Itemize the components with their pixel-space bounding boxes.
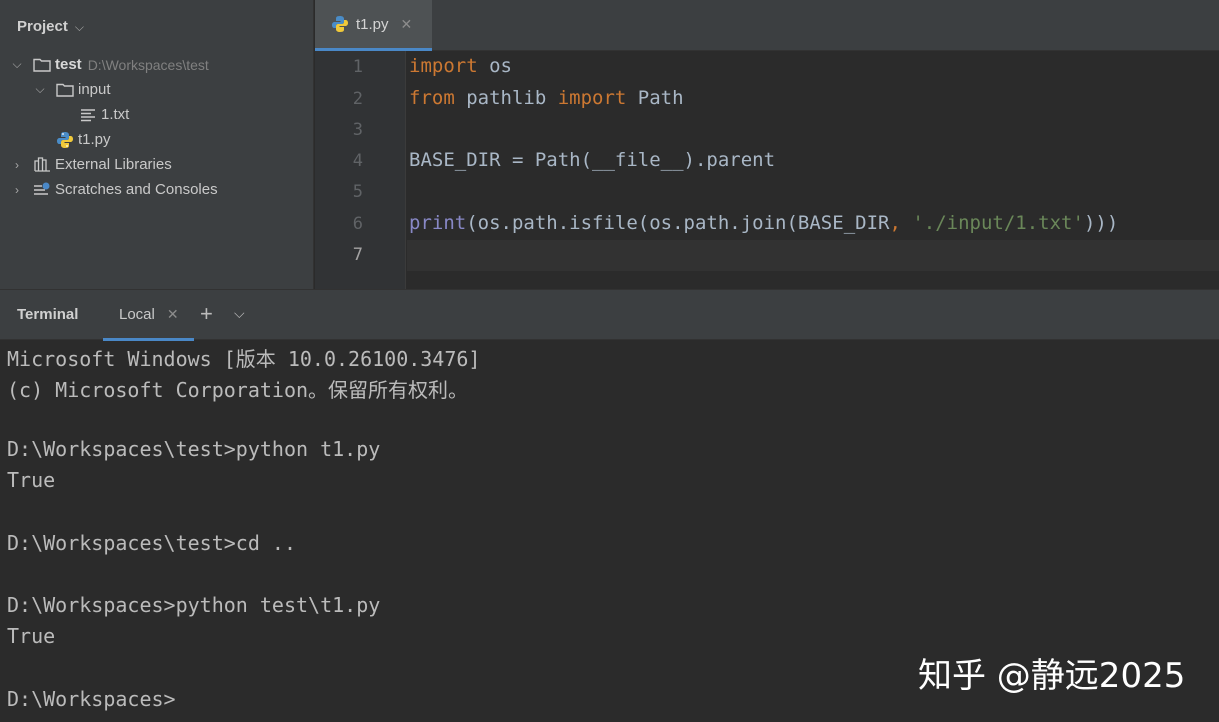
code-text: os	[477, 55, 512, 77]
tab-terminal-local[interactable]: Local ✕	[103, 290, 194, 341]
line-number: 1	[352, 57, 363, 77]
keyword: from	[409, 87, 455, 109]
tree-item-root-path: D:\Workspaces\test	[87, 56, 209, 73]
terminal-output-line: True	[7, 624, 56, 648]
close-icon[interactable]: ✕	[167, 306, 179, 323]
chevron-down-icon: ⌵	[74, 19, 84, 34]
code-text: Path	[626, 87, 684, 109]
add-icon[interactable]: +	[200, 302, 213, 326]
project-view-selector[interactable]: Project ⌵	[0, 0, 314, 52]
keyword: import	[409, 55, 478, 77]
code-text: BASE_DIR = Path(__file__).parent	[409, 149, 776, 171]
line-number: 6	[352, 214, 363, 234]
chevron-down-icon[interactable]: ⌵	[234, 305, 245, 322]
tree-item-external-libraries[interactable]: › External Libraries	[10, 152, 172, 177]
tab-terminal-local-label: Local	[119, 305, 155, 323]
chevron-right-icon[interactable]: ›	[10, 158, 24, 172]
tree-item-1-txt[interactable]: 1.txt	[78, 102, 129, 127]
tree-item-external-libraries-label: External Libraries	[55, 156, 172, 173]
scratches-icon	[32, 181, 52, 199]
terminal-header: Terminal Local ✕ + ⌵	[0, 289, 1219, 341]
project-panel: Project ⌵ ⌵ test D:\Workspaces\test ⌵ in…	[0, 0, 314, 289]
tree-item-t1-py[interactable]: t1.py	[55, 127, 111, 152]
terminal-output-line: D:\Workspaces>python test\t1.py	[7, 593, 381, 617]
folder-icon	[55, 81, 75, 99]
terminal-output-line: D:\Workspaces\test>python t1.py	[7, 437, 381, 461]
line-number: 5	[352, 182, 363, 202]
tree-item-1-txt-label: 1.txt	[101, 106, 130, 123]
terminal-output-line: Microsoft Windows [版本 10.0.26100.3476]	[7, 347, 481, 371]
code-text: pathlib	[454, 87, 558, 109]
line-number: 2	[352, 89, 363, 109]
current-line-highlight	[407, 240, 1219, 271]
code-text: )))	[1083, 212, 1119, 234]
line-number-current: 7	[352, 245, 363, 265]
terminal-output-line: D:\Workspaces\test>cd ..	[7, 531, 296, 555]
tree-item-root-label: test	[55, 56, 82, 73]
tree-item-input-folder[interactable]: ⌵ input	[33, 77, 111, 102]
code-line-2[interactable]: from pathlib import Path	[409, 87, 684, 109]
editor-tab-bar: t1.py ✕	[315, 0, 1219, 51]
code-line-1[interactable]: import os	[409, 55, 512, 77]
tree-item-scratches-label: Scratches and Consoles	[55, 181, 218, 198]
close-icon[interactable]: ✕	[401, 16, 413, 33]
text-file-icon	[78, 106, 98, 124]
library-icon	[32, 156, 52, 174]
tab-t1-py-label: t1.py	[356, 15, 389, 33]
terminal-title: Terminal	[17, 306, 79, 323]
chevron-right-icon[interactable]: ›	[10, 183, 24, 197]
python-file-icon	[331, 15, 349, 33]
terminal-output-line: (c) Microsoft Corporation。保留所有权利。	[7, 378, 469, 402]
chevron-down-icon[interactable]: ⌵	[10, 57, 24, 72]
project-title: Project	[17, 17, 68, 35]
code-comma: ,	[889, 212, 913, 234]
python-file-icon	[55, 131, 75, 149]
tree-item-t1-py-label: t1.py	[78, 131, 111, 148]
code-text: (os.path.isfile(os.path.join(BASE_DIR	[466, 212, 890, 234]
tree-item-input-label: input	[78, 81, 111, 98]
code-line-4[interactable]: BASE_DIR = Path(__file__).parent	[409, 149, 775, 171]
terminal-output-line: True	[7, 468, 56, 492]
line-number: 4	[352, 151, 363, 171]
folder-icon	[32, 56, 52, 74]
builtin-function: print	[409, 212, 467, 234]
tab-t1-py[interactable]: t1.py ✕	[315, 0, 432, 51]
tree-item-scratches[interactable]: › Scratches and Consoles	[10, 177, 218, 202]
line-number: 3	[352, 120, 363, 140]
tree-item-root[interactable]: ⌵ test D:\Workspaces\test	[10, 52, 209, 77]
chevron-down-icon[interactable]: ⌵	[33, 82, 47, 97]
keyword: import	[557, 87, 627, 109]
watermark: 知乎 @静远2025	[918, 656, 1186, 696]
terminal-prompt-line[interactable]: D:\Workspaces>	[7, 687, 176, 711]
code-line-6[interactable]: print(os.path.isfile(os.path.join(BASE_D…	[409, 212, 1118, 234]
string-literal: './input/1.txt'	[912, 212, 1084, 234]
code-editor[interactable]: t1.py ✕ 1 2 3 4 5 6 7 import os from pat…	[315, 0, 1219, 289]
